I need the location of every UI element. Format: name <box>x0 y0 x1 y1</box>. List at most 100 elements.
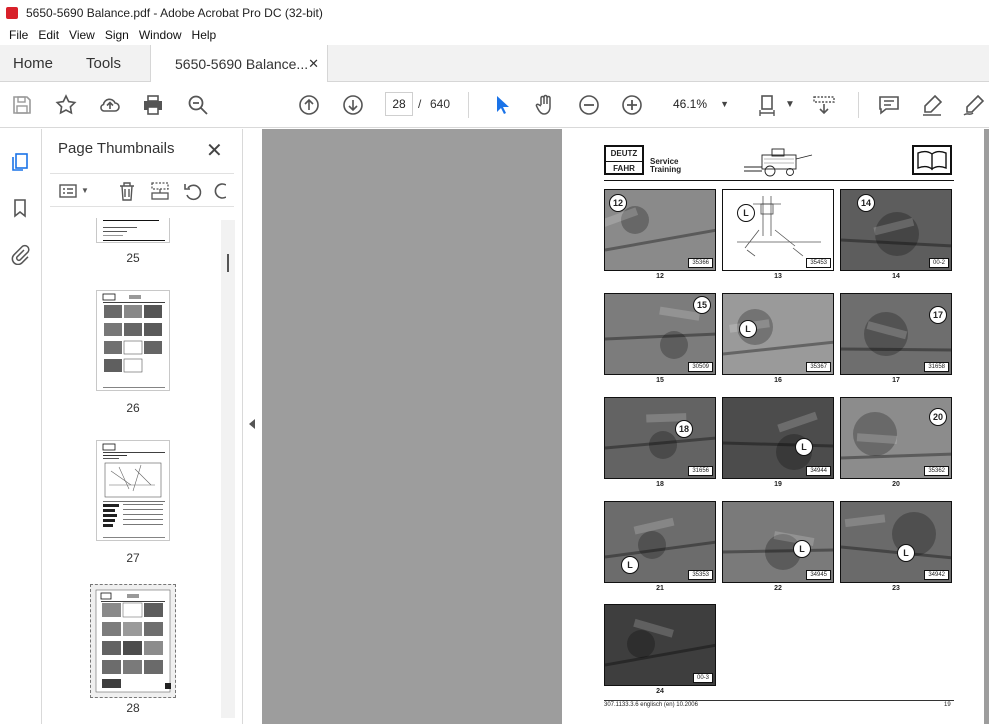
photo-reference-code: 31656 <box>688 466 713 476</box>
thumbnail-label: 28 <box>126 701 140 715</box>
page-thumbnails-icon[interactable] <box>9 151 31 173</box>
toolbar-divider <box>468 92 469 118</box>
book-icon <box>912 145 952 175</box>
photo-reference-code: 35362 <box>924 466 949 476</box>
photo-caption: 12 <box>656 273 664 280</box>
photo-caption: 24 <box>656 688 664 695</box>
photo-callout: 20 <box>929 408 947 426</box>
thumbnail-page-27[interactable] <box>96 440 170 541</box>
scrollbar-thumb[interactable] <box>227 254 229 272</box>
select-cursor-icon[interactable] <box>490 93 514 117</box>
photo-figure-22: L 34945 <box>722 501 834 583</box>
hand-tool-icon[interactable] <box>533 93 557 117</box>
scroll-mode-icon[interactable] <box>812 93 836 117</box>
logo-text-top: DEUTZ <box>610 149 638 158</box>
photo-caption: 13 <box>774 273 782 280</box>
attachments-icon[interactable] <box>9 243 31 266</box>
window-title: 5650-5690 Balance.pdf - Adobe Acrobat Pr… <box>26 5 323 20</box>
menu-sign[interactable]: Sign <box>100 28 134 42</box>
fit-dropdown-chevron-icon[interactable]: ▼ <box>778 93 802 117</box>
save-icon[interactable] <box>10 93 34 117</box>
photo-figure-17: 17 31658 <box>840 293 952 375</box>
close-panel-icon[interactable]: ✕ <box>206 138 223 163</box>
bookmark-star-icon[interactable] <box>54 93 78 117</box>
next-page-icon[interactable] <box>341 93 365 117</box>
photo-figure-14: 14 00-2 <box>840 189 952 271</box>
photo-callout: 18 <box>675 420 693 438</box>
zoom-out-icon[interactable] <box>577 93 601 117</box>
photo-reference-code: 34945 <box>806 570 831 580</box>
rotate-counterclockwise-icon[interactable] <box>182 180 204 202</box>
photo-figure-24: 00-3 <box>604 604 716 686</box>
tab-home[interactable]: Home <box>13 45 53 82</box>
photo-caption: 20 <box>892 481 900 488</box>
photo-reference-code: 00-2 <box>928 258 949 268</box>
thumbnail-options-icon[interactable] <box>58 180 80 202</box>
photo-callout: 15 <box>693 296 711 314</box>
page-total: 640 <box>430 97 451 111</box>
page-separator: / <box>418 97 422 111</box>
service-label-line2: Training <box>650 165 682 174</box>
photo-figure-20: 20 35362 <box>840 397 952 479</box>
panel-title: Page Thumbnails <box>58 140 175 157</box>
cloud-upload-icon[interactable] <box>98 93 122 117</box>
menu-file[interactable]: File <box>4 28 33 42</box>
chevron-down-icon[interactable]: ▼ <box>80 180 90 202</box>
photo-callout: 14 <box>857 194 875 212</box>
thumbnail-label: 25 <box>126 251 140 265</box>
document-canvas[interactable]: DEUTZ FAHR Service Training 12 35366 12 L 35… <box>262 129 989 724</box>
photo-reference-code: 34942 <box>924 570 949 580</box>
tab-document[interactable]: 5650-5690 Balance... ✕ <box>150 45 328 83</box>
pdf-page: DEUTZ FAHR Service Training 12 35366 12 L 35… <box>562 129 984 724</box>
footer-page-number: 19 <box>944 702 951 708</box>
navigation-rail <box>0 129 42 724</box>
thumbnail-scrollbar[interactable] <box>221 220 235 718</box>
menu-bar: File Edit View Sign Window Help <box>0 25 989 45</box>
menu-help[interactable]: Help <box>187 28 222 42</box>
photo-callout: L <box>739 320 757 338</box>
zoom-in-icon[interactable] <box>620 93 644 117</box>
photo-callout: L <box>793 540 811 558</box>
print-icon[interactable] <box>141 93 165 117</box>
previous-page-icon[interactable] <box>297 93 321 117</box>
photo-caption: 16 <box>774 377 782 384</box>
rotate-clockwise-icon[interactable] <box>212 180 226 202</box>
collapse-arrow-icon <box>249 419 255 429</box>
photo-reference-code: 31658 <box>924 362 949 372</box>
photo-figure-13: L 35453 <box>722 189 834 271</box>
photo-figure-19: L 34944 <box>722 397 834 479</box>
close-tab-icon[interactable]: ✕ <box>308 56 319 72</box>
logo-text-bottom: FAHR <box>606 161 642 176</box>
photo-reference-code: 35353 <box>688 570 713 580</box>
page-number-input[interactable]: 28 <box>385 92 413 116</box>
tab-bar: Home Tools 5650-5690 Balance... ✕ <box>0 45 989 83</box>
delete-page-icon[interactable] <box>116 180 138 202</box>
thumbnail-page-26[interactable] <box>96 290 170 391</box>
zoom-level-select[interactable]: 46.1% ▼ <box>663 92 741 116</box>
photo-reference-code: 34944 <box>806 466 831 476</box>
thumbnail-toolbar: ▼ <box>50 173 234 207</box>
thumbnail-page-28-selected[interactable] <box>90 584 176 698</box>
panel-collapse-handle[interactable] <box>242 129 262 724</box>
bookmarks-icon[interactable] <box>9 197 31 219</box>
menu-view[interactable]: View <box>64 28 100 42</box>
photo-callout: 17 <box>929 306 947 324</box>
thumbnail-page-25[interactable] <box>96 218 170 243</box>
zoom-search-icon[interactable] <box>186 93 210 117</box>
main-toolbar: ▼ <box>0 82 989 128</box>
sign-pen-icon[interactable] <box>962 93 986 117</box>
highlight-pen-icon[interactable] <box>920 93 944 117</box>
menu-window[interactable]: Window <box>134 28 187 42</box>
service-training-label: Service Training <box>650 158 681 174</box>
menu-edit[interactable]: Edit <box>33 28 64 42</box>
comment-icon[interactable] <box>877 93 901 117</box>
toolbar-divider <box>858 92 859 118</box>
thumbnail-label: 26 <box>126 401 140 415</box>
extract-pages-icon[interactable] <box>149 180 171 202</box>
title-bar: 5650-5690 Balance.pdf - Adobe Acrobat Pr… <box>0 0 989 25</box>
photo-reference-code: 35366 <box>688 258 713 268</box>
photo-figure-15: 15 30509 <box>604 293 716 375</box>
photo-caption: 15 <box>656 377 664 384</box>
combine-harvester-illustration <box>744 148 813 177</box>
tab-tools[interactable]: Tools <box>86 45 121 82</box>
